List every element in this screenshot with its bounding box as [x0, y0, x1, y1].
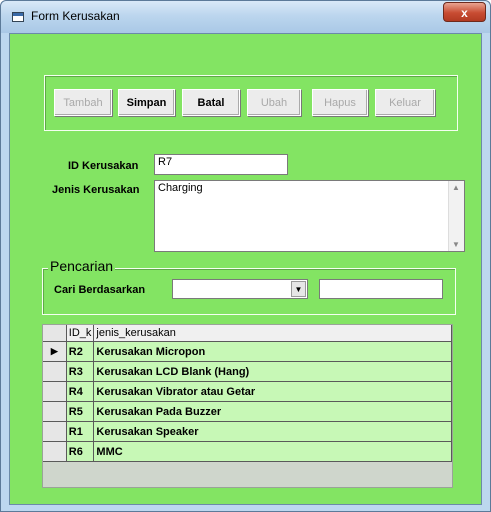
- cell-jenis[interactable]: Kerusakan Speaker: [93, 421, 452, 442]
- table-row[interactable]: ▶ R2 Kerusakan Micropon: [43, 341, 452, 362]
- table-row[interactable]: R1 Kerusakan Speaker: [43, 421, 452, 442]
- batal-button[interactable]: Batal: [182, 89, 240, 116]
- ubah-button[interactable]: Ubah: [247, 89, 301, 116]
- hapus-button[interactable]: Hapus: [312, 89, 368, 116]
- grid-corner: [43, 325, 67, 342]
- table-row[interactable]: R5 Kerusakan Pada Buzzer: [43, 401, 452, 422]
- cell-id[interactable]: R1: [66, 421, 95, 442]
- cell-id[interactable]: R5: [66, 401, 95, 422]
- form-kerusakan-window: Form Kerusakan x Tambah Simpan Batal Uba…: [0, 0, 491, 512]
- cari-berdasarkan-select[interactable]: ▼: [172, 279, 308, 299]
- cell-jenis[interactable]: MMC: [93, 441, 452, 462]
- window-title: Form Kerusakan: [31, 9, 120, 23]
- pencarian-legend: Pencarian: [48, 258, 116, 274]
- id-kerusakan-input[interactable]: R7: [154, 154, 288, 175]
- cell-jenis[interactable]: Kerusakan Micropon: [93, 341, 452, 362]
- close-button[interactable]: x: [443, 2, 486, 22]
- row-selector[interactable]: [43, 361, 67, 382]
- jenis-kerusakan-value: Charging: [158, 182, 203, 194]
- cell-jenis[interactable]: Kerusakan LCD Blank (Hang): [93, 361, 452, 382]
- kerusakan-data-grid[interactable]: ID_k jenis_kerusakan ▶ R2 Kerusakan Micr…: [42, 324, 453, 488]
- row-selector[interactable]: [43, 421, 67, 442]
- title-bar[interactable]: Form Kerusakan x: [1, 1, 490, 33]
- cell-id[interactable]: R6: [66, 441, 95, 462]
- table-row[interactable]: R4 Kerusakan Vibrator atau Getar: [43, 381, 452, 402]
- cell-id[interactable]: R4: [66, 381, 95, 402]
- search-input[interactable]: [319, 279, 443, 299]
- jenis-kerusakan-textarea[interactable]: Charging ▲ ▼: [154, 180, 465, 252]
- cell-id[interactable]: R3: [66, 361, 95, 382]
- simpan-button[interactable]: Simpan: [118, 89, 175, 116]
- cell-jenis[interactable]: Kerusakan Vibrator atau Getar: [93, 381, 452, 402]
- column-header-id[interactable]: ID_k: [66, 325, 95, 342]
- id-kerusakan-label: ID Kerusakan: [68, 160, 139, 172]
- form-icon: [12, 12, 24, 22]
- row-selector[interactable]: [43, 401, 67, 422]
- jenis-kerusakan-label: Jenis Kerusakan: [52, 184, 140, 196]
- textarea-scrollbar[interactable]: ▲ ▼: [448, 181, 464, 251]
- cell-jenis[interactable]: Kerusakan Pada Buzzer: [93, 401, 452, 422]
- row-selector[interactable]: [43, 441, 67, 462]
- grid-header-row: ID_k jenis_kerusakan: [43, 325, 452, 342]
- table-row[interactable]: R3 Kerusakan LCD Blank (Hang): [43, 361, 452, 382]
- tambah-button[interactable]: Tambah: [54, 89, 112, 116]
- grid-table: ID_k jenis_kerusakan ▶ R2 Kerusakan Micr…: [43, 325, 452, 462]
- column-header-jenis[interactable]: jenis_kerusakan: [93, 325, 452, 342]
- form-client-area: Tambah Simpan Batal Ubah Hapus Keluar ID…: [9, 33, 482, 505]
- keluar-button[interactable]: Keluar: [375, 89, 435, 116]
- cell-id[interactable]: R2: [66, 341, 95, 362]
- table-row[interactable]: R6 MMC: [43, 441, 452, 462]
- current-row-indicator-icon[interactable]: ▶: [43, 341, 67, 362]
- row-selector[interactable]: [43, 381, 67, 402]
- scroll-up-icon[interactable]: ▲: [452, 183, 460, 192]
- chevron-down-icon[interactable]: ▼: [291, 281, 306, 297]
- scroll-down-icon[interactable]: ▼: [452, 240, 460, 249]
- cari-berdasarkan-label: Cari Berdasarkan: [54, 284, 146, 296]
